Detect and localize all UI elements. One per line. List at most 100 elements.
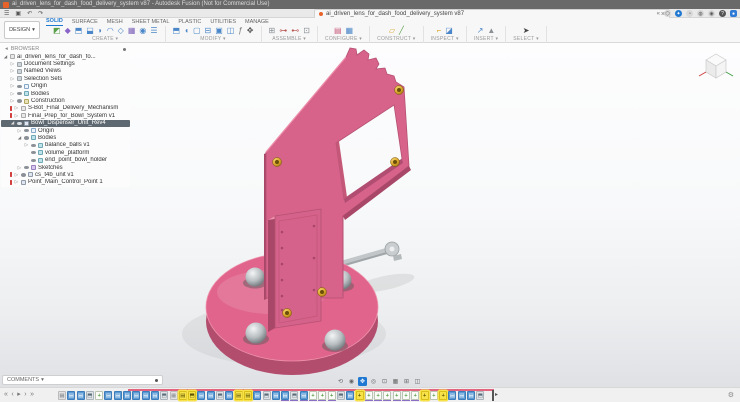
grid-settings-icon[interactable]: ⊞ xyxy=(402,377,411,386)
skip-to-end-button[interactable]: » xyxy=(30,390,34,399)
application-menu-icon[interactable]: ☰ xyxy=(4,10,9,17)
as-built-joint-icon[interactable]: ⊷ xyxy=(291,27,299,35)
combine-icon[interactable]: ⊟ xyxy=(205,27,212,35)
hole-icon[interactable]: ◉ xyxy=(139,27,146,35)
tree-expand-icon[interactable]: ▷ xyxy=(17,128,22,134)
timeline-feature-icon[interactable]: ▤ xyxy=(272,391,280,400)
offset-face-icon[interactable]: ▣ xyxy=(215,27,223,35)
tree-expand-icon[interactable]: ▷ xyxy=(24,142,29,148)
assistant-icon[interactable]: ✦ xyxy=(675,10,682,17)
insert-derive-icon[interactable]: ↗ xyxy=(477,27,484,35)
tree-item[interactable]: ▷cs_t4b_unit v1 xyxy=(1,171,130,178)
tree-expand-icon[interactable]: ▷ xyxy=(14,113,19,119)
document-tab[interactable]: ai_driven_lens_for_dash_food_delivery_sy… xyxy=(314,9,670,18)
timeline-feature-icon[interactable]: ⬒ xyxy=(188,391,196,400)
ribbon-tab-utilities[interactable]: UTILITIES xyxy=(210,19,236,26)
tree-expand-icon[interactable]: ▷ xyxy=(10,98,15,104)
tree-expand-icon[interactable]: ▷ xyxy=(10,76,15,82)
visibility-eye-icon[interactable] xyxy=(24,136,29,139)
tree-item[interactable]: ◢Bodies xyxy=(1,134,130,141)
tree-item[interactable]: ▷balance_balls v1 xyxy=(1,142,130,149)
visibility-eye-icon[interactable] xyxy=(17,99,22,102)
timeline-feature-icon[interactable]: ▤ xyxy=(207,391,215,400)
visibility-eye-icon[interactable] xyxy=(21,173,26,176)
visibility-eye-icon[interactable] xyxy=(31,159,36,162)
step-forward-button[interactable]: › xyxy=(24,390,26,399)
timeline-settings-icon[interactable]: ⚙ xyxy=(728,391,734,399)
undo-icon[interactable]: ↶ xyxy=(27,10,32,17)
timeline-feature-icon[interactable]: ▤ xyxy=(142,391,150,400)
fit-icon[interactable]: ⊡ xyxy=(380,377,389,386)
timeline-feature-icon[interactable]: ▤ xyxy=(467,391,475,400)
avatar[interactable]: ● xyxy=(730,10,737,17)
revolve-icon[interactable]: ◗ xyxy=(98,27,103,35)
timeline-feature-icon[interactable]: ▤ xyxy=(253,391,261,400)
timeline-feature-icon[interactable]: ⬒ xyxy=(290,391,298,400)
visibility-eye-icon[interactable] xyxy=(24,166,29,169)
timeline-feature-icon[interactable]: ▤ xyxy=(346,391,354,400)
timeline-feature-icon[interactable]: + xyxy=(411,391,419,400)
ribbon-tab-plastic[interactable]: PLASTIC xyxy=(178,19,201,26)
tree-item[interactable]: ▷Construction xyxy=(1,97,130,104)
timeline-feature-icon[interactable]: ▤ xyxy=(225,391,233,400)
change-parameters-icon[interactable]: ƒ xyxy=(238,27,242,35)
tree-item[interactable]: ▷Origin xyxy=(1,127,130,134)
orbit-icon[interactable]: ⟲ xyxy=(336,377,345,386)
construction-axis-icon[interactable]: ╱ xyxy=(399,27,404,35)
visibility-eye-icon[interactable] xyxy=(17,92,22,95)
tree-item[interactable]: ◢ai_driven_lens_for_dash_fo... xyxy=(1,53,130,60)
skip-to-start-button[interactable]: « xyxy=(4,390,8,399)
timeline-feature-icon[interactable]: + xyxy=(328,391,336,400)
tree-expand-icon[interactable]: ▷ xyxy=(14,105,19,111)
ribbon-tab-sheet-metal[interactable]: SHEET METAL xyxy=(132,19,170,26)
timeline-feature-icon[interactable]: ▤ xyxy=(281,391,289,400)
timeline-feature-icon[interactable]: ▤ xyxy=(448,391,456,400)
offset-plane-icon[interactable]: ▱ xyxy=(389,27,395,35)
timeline-feature-icon[interactable]: ⬒ xyxy=(216,391,224,400)
tree-item[interactable]: ▷Sketches xyxy=(1,164,130,171)
browser-menu-icon[interactable] xyxy=(123,48,126,51)
timeline-feature-icon[interactable]: ▤ xyxy=(132,391,140,400)
ribbon-tab-surface[interactable]: SURFACE xyxy=(72,19,98,26)
new-sketch-icon[interactable]: ◩ xyxy=(53,27,61,35)
visibility-eye-icon[interactable] xyxy=(24,129,29,132)
box-icon[interactable]: ⬒ xyxy=(75,27,83,35)
tree-expand-icon[interactable]: ▷ xyxy=(14,172,19,178)
profile-icon[interactable]: ◉ xyxy=(708,10,715,17)
timeline-feature-icon[interactable]: + xyxy=(402,391,410,400)
tree-expand-icon[interactable]: ◢ xyxy=(3,54,8,60)
look-at-icon[interactable]: ◉ xyxy=(347,377,356,386)
view-cube[interactable] xyxy=(696,48,736,88)
tree-expand-icon[interactable]: ◢ xyxy=(17,135,22,141)
step-back-button[interactable]: ‹ xyxy=(11,390,13,399)
tree-item[interactable]: ▷Document Settings xyxy=(1,60,130,67)
viewports-icon[interactable]: ◫ xyxy=(413,377,422,386)
tree-item[interactable]: ▷Bodies xyxy=(1,90,130,97)
timeline-feature-icon[interactable]: ▤ xyxy=(123,391,131,400)
help-icon[interactable]: ? xyxy=(719,10,726,17)
extrude-icon[interactable]: ⬓ xyxy=(86,27,94,35)
tree-expand-icon[interactable]: ▷ xyxy=(10,91,15,97)
press-pull-icon[interactable]: ⬒ xyxy=(173,27,181,35)
timeline-feature-icon[interactable]: ▤ xyxy=(77,391,85,400)
select-icon[interactable]: ➤ xyxy=(523,27,530,35)
job-status-icon[interactable]: ◔ xyxy=(686,10,693,17)
create-form-icon[interactable]: ◆ xyxy=(65,27,71,35)
visibility-eye-icon[interactable] xyxy=(17,85,22,88)
ribbon-tab-manage[interactable]: MANAGE xyxy=(245,19,269,26)
model-3d[interactable] xyxy=(180,40,480,380)
shell-icon[interactable]: ▢ xyxy=(193,27,201,35)
timeline-feature-icon[interactable]: ⬒ xyxy=(263,391,271,400)
visibility-eye-icon[interactable] xyxy=(31,151,36,154)
extensions-icon[interactable]: ⬡ xyxy=(664,10,671,17)
tree-expand-icon[interactable]: ◢ xyxy=(10,120,15,126)
timeline-feature-icon[interactable]: + xyxy=(393,391,401,400)
browser-header[interactable]: ◂ BROWSER xyxy=(1,45,130,53)
timeline-feature-icon[interactable]: ⬒ xyxy=(337,391,345,400)
insert-mesh-icon[interactable]: ▲ xyxy=(487,27,495,35)
redo-icon[interactable]: ↷ xyxy=(38,10,43,17)
tree-item[interactable]: ▷Selection Sets xyxy=(1,75,130,82)
tree-item[interactable]: ▷Origin xyxy=(1,83,130,90)
visibility-eye-icon[interactable] xyxy=(31,144,36,147)
timeline-feature-icon[interactable]: + xyxy=(374,391,382,400)
